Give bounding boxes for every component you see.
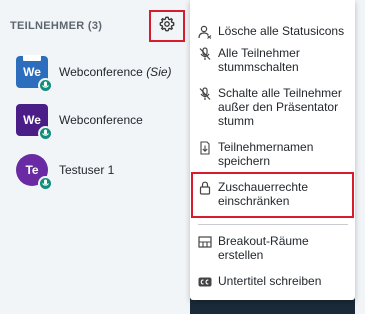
breakout-rooms-icon <box>198 235 212 249</box>
microphone-icon <box>38 126 53 141</box>
menu-item-label: Lösche alle Statusicons <box>218 24 345 38</box>
menu-item-captions[interactable]: Untertitel schreiben <box>190 274 355 292</box>
mic-mute-icon <box>198 87 212 101</box>
panel-title: TEILNEHMER (3) <box>10 20 103 32</box>
participant-row[interactable]: We Webconference (Sie) <box>16 52 172 93</box>
participant-row[interactable]: We Webconference <box>16 100 143 141</box>
menu-item-mute-all-except-presenter[interactable]: Schalte alle Teilnehmer außer den Präsen… <box>190 86 355 134</box>
mic-mute-icon <box>198 47 212 61</box>
download-icon <box>198 141 212 155</box>
menu-item-breakout-rooms[interactable]: Breakout-Räume erstellen <box>190 234 355 268</box>
menu-item-label: Breakout-Räume erstellen <box>218 234 309 262</box>
menu-item-label: Zuschauerrechte einschränken <box>218 180 309 208</box>
participant-name: Testuser 1 <box>59 163 115 177</box>
avatar: Te <box>16 154 53 191</box>
avatar: We <box>16 104 53 141</box>
microphone-icon <box>38 176 53 191</box>
avatar-initials: We <box>23 113 41 127</box>
participant-name: Webconference (Sie) <box>59 65 172 79</box>
lock-icon <box>198 181 212 195</box>
menu-divider <box>198 224 348 225</box>
avatar-initials: Te <box>25 163 39 177</box>
menu-item-label: Untertitel schreiben <box>218 274 322 288</box>
avatar-initials: We <box>23 65 41 79</box>
menu-item-mute-all[interactable]: Alle Teilnehmer stummschalten <box>190 46 355 80</box>
menu-item-label: Alle Teilnehmer stummschalten <box>218 46 300 74</box>
menu-item-save-names[interactable]: Teilnehmernamen speichern <box>190 140 355 174</box>
presenter-icon <box>23 55 41 61</box>
participant-name: Webconference <box>59 113 143 127</box>
avatar: We <box>16 55 53 93</box>
menu-item-clear-status[interactable]: Lösche alle Statusicons <box>190 24 355 42</box>
menu-item-lock-viewers[interactable]: Zuschauerrechte einschränken <box>190 180 355 214</box>
microphone-icon <box>38 78 53 93</box>
participants-panel: TEILNEHMER (3) We Webconference (Sie) We <box>0 0 190 314</box>
closed-captions-icon <box>198 275 212 289</box>
edge-strip <box>355 0 365 314</box>
user-clear-icon <box>198 25 212 39</box>
menu-item-label: Teilnehmernamen speichern <box>218 140 314 168</box>
gear-icon <box>159 16 175 37</box>
participant-options-button[interactable] <box>149 10 185 42</box>
participant-row[interactable]: Te Testuser 1 <box>16 150 115 191</box>
menu-item-label: Schalte alle Teilnehmer außer den Präsen… <box>218 86 342 128</box>
participant-options-menu: Lösche alle Statusicons Alle Teilnehmer … <box>190 0 355 300</box>
